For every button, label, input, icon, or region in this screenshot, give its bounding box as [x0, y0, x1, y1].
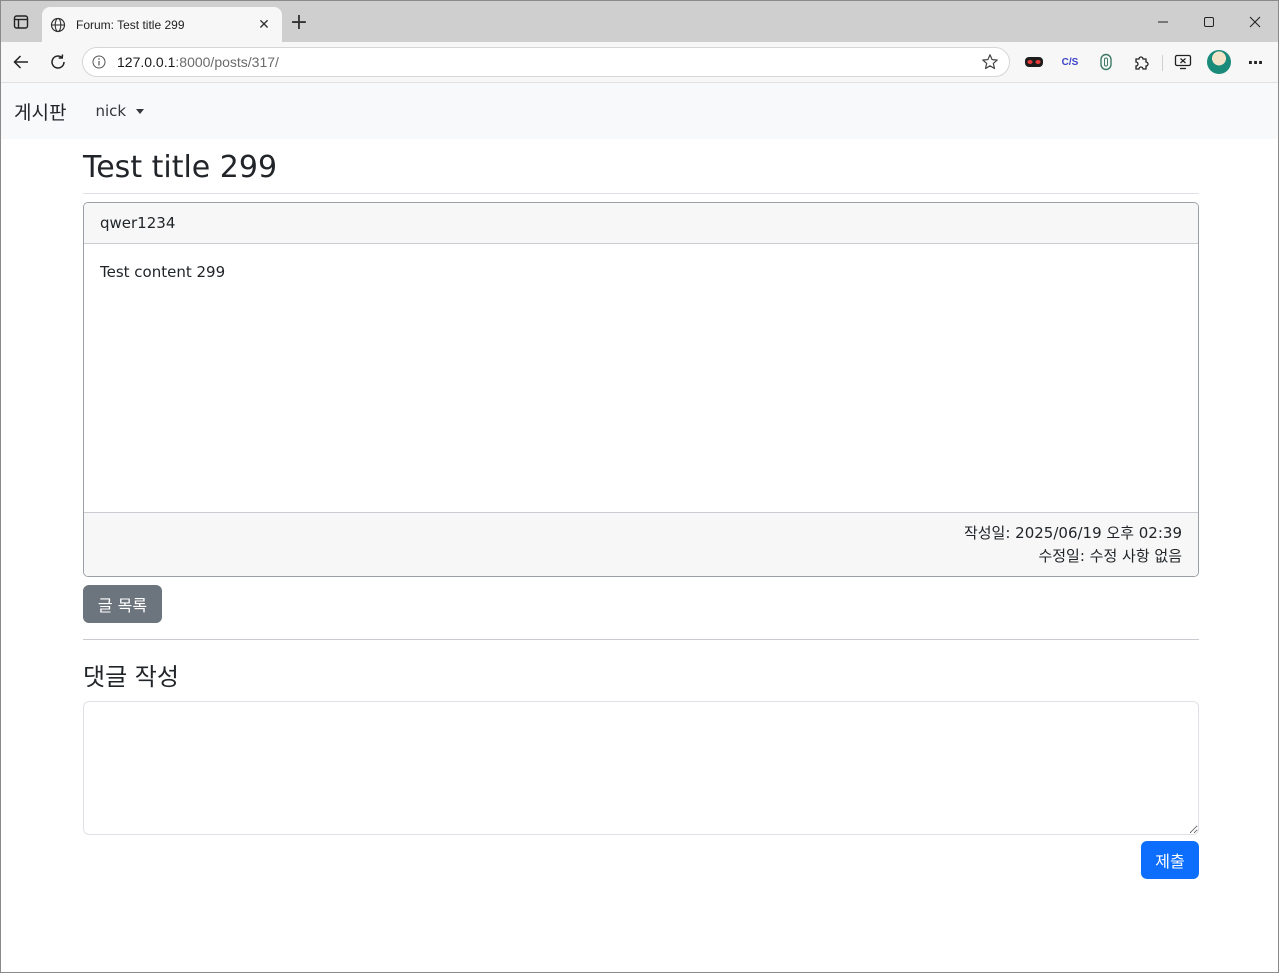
comment-textarea[interactable] — [83, 701, 1199, 835]
browser-titlebar: Forum: Test title 299 ✕ + — [1, 1, 1278, 42]
back-arrow-icon[interactable] — [6, 48, 36, 76]
navbar-brand[interactable]: 게시판 — [14, 98, 66, 125]
browser-tab[interactable]: Forum: Test title 299 ✕ — [42, 7, 282, 42]
post-modified-date: 수정일: 수정 사항 없음 — [1038, 547, 1182, 565]
address-bar[interactable]: 127.0.0.1:8000/posts/317/ — [82, 47, 1010, 77]
post-content: Test content 299 — [100, 263, 226, 281]
post-author: qwer1234 — [84, 203, 1198, 244]
main-container: Test title 299 qwer1234 Test content 299… — [83, 139, 1199, 879]
toolbar-divider — [1162, 55, 1163, 71]
maximize-icon[interactable] — [1186, 1, 1232, 42]
title-divider — [83, 193, 1199, 194]
tab-actions-icon[interactable] — [7, 8, 35, 36]
profile-avatar[interactable] — [1207, 50, 1231, 74]
submit-button[interactable]: 제출 — [1141, 841, 1199, 879]
cjs-extension-icon[interactable]: C/S — [1055, 48, 1085, 76]
close-icon[interactable]: ✕ — [254, 15, 274, 35]
puzzle-icon[interactable] — [1127, 48, 1157, 76]
post-card: qwer1234 Test content 299 작성일: 2025/06/1… — [83, 202, 1199, 577]
tab-title: Forum: Test title 299 — [76, 17, 185, 32]
url-path: :8000/posts/317/ — [175, 54, 279, 70]
reload-icon[interactable] — [43, 48, 73, 76]
url-text: 127.0.0.1:8000/posts/317/ — [117, 54, 975, 70]
caret-down-icon — [136, 108, 145, 114]
section-divider — [83, 639, 1199, 640]
post-meta: 작성일: 2025/06/19 오후 02:39 수정일: 수정 사항 없음 — [84, 512, 1198, 576]
url-host: 127.0.0.1 — [117, 54, 176, 70]
submit-row: 제출 — [83, 841, 1199, 879]
site-navbar: 게시판 nick — [1, 83, 1278, 139]
globe-icon — [49, 16, 67, 34]
shield-extension-icon[interactable] — [1091, 48, 1121, 76]
user-name: nick — [95, 102, 127, 120]
minimize-icon[interactable] — [1140, 1, 1186, 42]
plus-icon[interactable]: + — [287, 11, 311, 35]
more-icon[interactable]: ··· — [1240, 48, 1270, 76]
screen-cast-icon[interactable] — [1168, 48, 1198, 76]
mask-extension-icon[interactable] — [1019, 48, 1049, 76]
browser-toolbar: 127.0.0.1:8000/posts/317/ C/S ··· — [1, 42, 1278, 83]
page-title: Test title 299 — [83, 150, 278, 185]
close-window-icon[interactable] — [1232, 1, 1278, 42]
user-dropdown-toggle[interactable]: nick — [95, 102, 145, 120]
star-icon[interactable] — [975, 48, 1005, 76]
info-icon[interactable] — [91, 54, 107, 70]
comment-heading: 댓글 작성 — [83, 663, 179, 691]
post-created-date: 작성일: 2025/06/19 오후 02:39 — [963, 524, 1182, 542]
post-list-button[interactable]: 글 목록 — [83, 585, 162, 623]
